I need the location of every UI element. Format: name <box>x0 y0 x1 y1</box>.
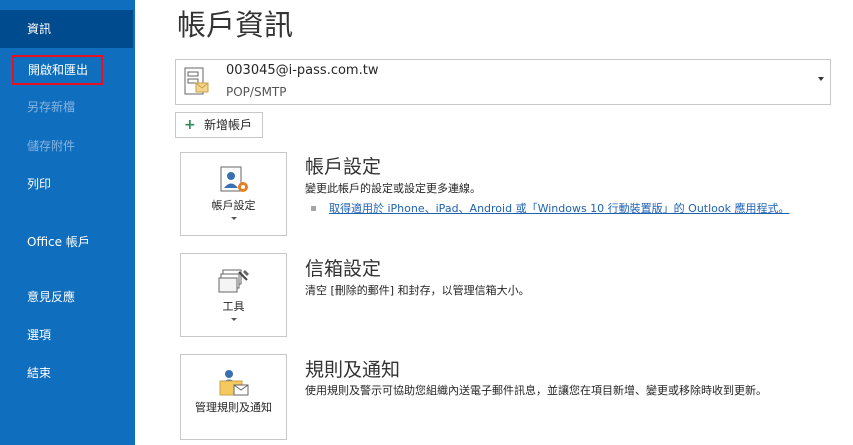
mailbox-settings-title: 信箱設定 <box>305 258 382 280</box>
main-content: 帳戶資訊 003045@i-pass.com.tw POP/SMTP + 新增帳… <box>135 0 853 445</box>
account-settings-description: 變更此帳戶的設定或設定更多連線。 <box>305 182 481 195</box>
rules-alerts-description: 使用規則及警示可協助您組織內送電子郵件訊息，並讓您在項目新增、變更或移除時收到更… <box>305 384 767 397</box>
nav-info[interactable]: 資訊 <box>0 10 133 48</box>
nav-office-account[interactable]: Office 帳戶 <box>0 234 105 250</box>
rules-alerts-title: 規則及通知 <box>305 359 401 381</box>
add-account-button[interactable]: + 新增帳戶 <box>175 112 263 138</box>
rules-icon <box>219 370 249 396</box>
plus-icon: + <box>184 117 196 133</box>
manage-rules-tile[interactable]: 管理規則及通知 <box>180 354 287 440</box>
account-email: 003045@i-pass.com.tw <box>226 63 379 78</box>
tools-icon <box>218 269 249 293</box>
account-settings-tile-label: 帳戶設定 <box>211 199 256 212</box>
account-type: POP/SMTP <box>226 85 287 99</box>
account-selector[interactable]: 003045@i-pass.com.tw POP/SMTP <box>175 59 831 105</box>
tools-tile[interactable]: 工具 <box>180 253 287 337</box>
backstage-sidebar: 資訊 開啟和匯出 另存新檔 儲存附件 列印 Office 帳戶 意見反應 選項 … <box>0 0 135 445</box>
nav-options[interactable]: 選項 <box>0 326 135 343</box>
nav-save-attachments[interactable]: 儲存附件 <box>0 137 135 154</box>
bullet-icon <box>311 206 316 211</box>
add-account-label: 新增帳戶 <box>204 118 253 132</box>
nav-open-export[interactable]: 開啟和匯出 <box>12 55 103 85</box>
account-settings-title: 帳戶設定 <box>305 156 382 178</box>
tools-tile-label: 工具 <box>222 300 245 313</box>
page-title: 帳戶資訊 <box>177 8 294 42</box>
account-settings-icon <box>220 166 248 192</box>
account-settings-tile[interactable]: 帳戶設定 <box>180 152 287 236</box>
get-outlook-app-link[interactable]: 取得適用於 iPhone、iPad、Android 或「Windows 10 行… <box>329 200 789 216</box>
nav-feedback[interactable]: 意見反應 <box>0 288 135 305</box>
caret-down-icon <box>231 318 237 321</box>
caret-down-icon <box>231 217 237 220</box>
nav-print[interactable]: 列印 <box>0 175 135 192</box>
nav-save-as[interactable]: 另存新檔 <box>0 98 135 115</box>
mailbox-settings-description: 清空 [刪除的郵件] 和封存，以管理信箱大小。 <box>305 284 530 297</box>
manage-rules-tile-label: 管理規則及通知 <box>195 401 272 414</box>
chevron-down-icon[interactable] <box>818 77 824 81</box>
nav-exit[interactable]: 結束 <box>0 364 135 381</box>
mail-account-icon <box>184 67 209 95</box>
